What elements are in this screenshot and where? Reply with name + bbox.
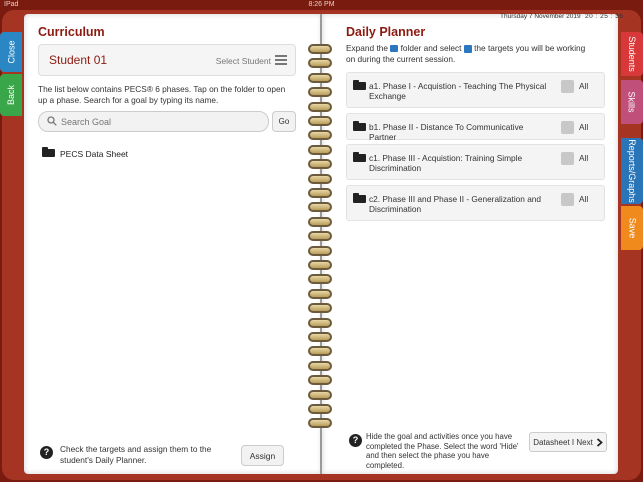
- spiral-ring: [308, 389, 332, 400]
- spiral-ring: [308, 404, 332, 414]
- spiral-ring: [308, 303, 332, 314]
- spiral-ring: [308, 130, 332, 141]
- spiral-ring: [308, 202, 332, 213]
- spiral-ring: [308, 87, 332, 98]
- spiral-ring: [308, 72, 332, 83]
- phase-label[interactable]: c2. Phase III and Phase II - Generalizat…: [369, 194, 549, 214]
- status-time: 8:26 PM: [308, 1, 335, 8]
- phase-checkbox[interactable]: [561, 152, 574, 165]
- student-name: Student 01: [49, 53, 108, 67]
- phase-row-a1[interactable]: a1. Phase I - Acquistion - Teaching The …: [346, 72, 605, 108]
- assign-button[interactable]: Assign: [241, 445, 284, 466]
- spiral-ring: [308, 332, 332, 342]
- phase-checkbox[interactable]: [561, 80, 574, 93]
- folder-icon[interactable]: [353, 193, 366, 203]
- phase-row-b1[interactable]: b1. Phase II - Distance To Communicative…: [346, 113, 605, 142]
- checkbox-icon: [463, 44, 472, 53]
- status-bar: IPad 8:26 PM: [0, 0, 643, 10]
- phase-checkbox[interactable]: [561, 193, 574, 206]
- curriculum-title: Curriculum: [38, 25, 105, 39]
- spiral-ring: [308, 274, 332, 285]
- folder-icon: [390, 45, 399, 53]
- phase-row-c1[interactable]: c1. Phase III - Acquistion: Training Sim…: [346, 144, 605, 180]
- left-page: [24, 14, 322, 474]
- folder-icon[interactable]: [353, 152, 366, 162]
- spiral-ring: [308, 173, 332, 184]
- phase-label[interactable]: c1. Phase III - Acquistion: Training Sim…: [369, 153, 549, 173]
- phase-label[interactable]: b1. Phase II - Distance To Communicative…: [369, 122, 549, 142]
- spiral-ring: [308, 58, 332, 69]
- spiral-ring: [308, 260, 332, 270]
- back-tab[interactable]: Back: [0, 74, 22, 116]
- spiral-ring: [308, 360, 332, 371]
- spiral-ring: [308, 159, 332, 170]
- skills-tab[interactable]: Skills: [621, 80, 643, 124]
- help-icon[interactable]: ?: [40, 446, 53, 459]
- students-tab[interactable]: Students: [621, 32, 643, 76]
- folder-icon[interactable]: [353, 80, 366, 90]
- select-student-label[interactable]: Select Student: [216, 56, 271, 66]
- hide-help-text: Hide the goal and activities once you ha…: [366, 432, 519, 470]
- pecs-data-sheet-folder[interactable]: PECS Data Sheet: [60, 149, 128, 159]
- all-label: All: [579, 153, 589, 163]
- all-label: All: [579, 122, 589, 132]
- next-label: Datasheet I Next: [533, 437, 593, 447]
- student-selector[interactable]: Student 01 Select Student: [38, 44, 296, 76]
- spiral-ring: [308, 188, 332, 198]
- spiral-ring: [308, 346, 332, 357]
- spiral-ring: [308, 245, 332, 256]
- help-icon[interactable]: ?: [349, 434, 362, 447]
- datasheet-next-button[interactable]: Datasheet I Next: [529, 432, 607, 452]
- search-input[interactable]: [61, 114, 261, 129]
- spiral-ring: [308, 288, 332, 299]
- spiral-ring: [308, 231, 332, 242]
- all-label: All: [579, 81, 589, 91]
- spiral-ring: [308, 317, 332, 328]
- chevron-right-icon: [596, 437, 603, 447]
- go-button[interactable]: Go: [272, 111, 296, 132]
- all-label: All: [579, 194, 589, 204]
- spiral-ring: [308, 144, 332, 155]
- spiral-ring: [308, 418, 332, 429]
- current-time: 20 : 25 : 36: [585, 13, 624, 20]
- spiral-ring: [308, 44, 332, 54]
- phase-checkbox[interactable]: [561, 121, 574, 134]
- phase-label[interactable]: a1. Phase I - Acquistion - Teaching The …: [369, 81, 549, 101]
- curriculum-description: The list below contains PECS® 6 phases. …: [38, 84, 286, 105]
- spiral-ring: [308, 216, 332, 227]
- current-date: Thursday 7 November 2019: [500, 13, 581, 20]
- daily-planner-title: Daily Planner: [346, 25, 426, 39]
- planner-description: Expand the folder and select the targets…: [346, 43, 586, 64]
- search-icon: [47, 116, 57, 126]
- spiral-ring: [308, 101, 332, 112]
- spiral-ring: [308, 375, 332, 386]
- spiral-ring: [308, 116, 332, 126]
- folder-icon[interactable]: [353, 121, 366, 131]
- menu-icon[interactable]: [275, 55, 287, 65]
- reports-graphs-tab[interactable]: Reports/Graphs: [621, 138, 643, 204]
- assign-help-text: Check the targets and assign them to the…: [60, 444, 212, 465]
- close-tab[interactable]: Close: [0, 32, 22, 72]
- search-box[interactable]: [38, 111, 269, 132]
- phase-row-c2[interactable]: c2. Phase III and Phase II - Generalizat…: [346, 185, 605, 221]
- folder-icon[interactable]: [42, 147, 55, 157]
- save-tab[interactable]: Save: [621, 206, 643, 250]
